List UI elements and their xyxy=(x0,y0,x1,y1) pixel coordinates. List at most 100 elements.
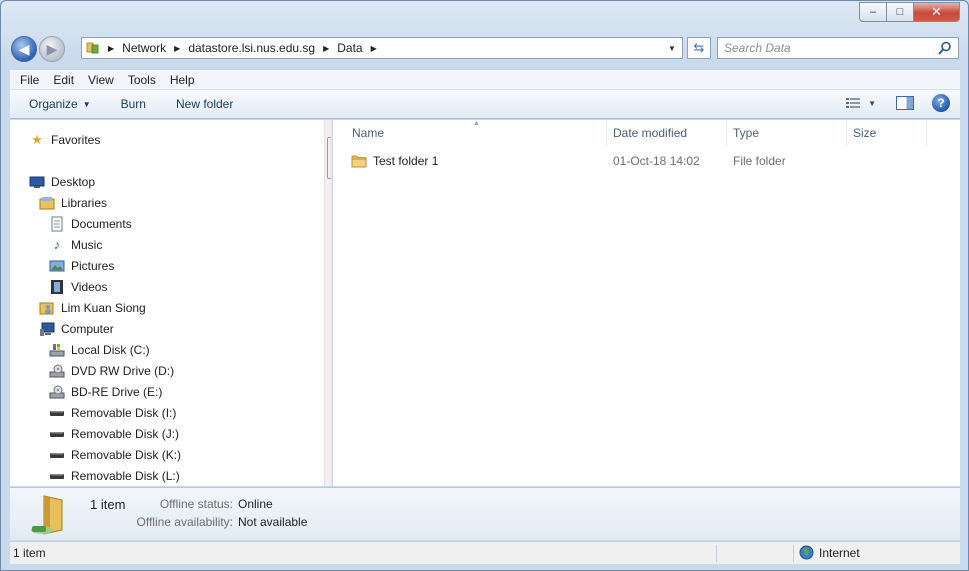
globe-icon xyxy=(799,545,814,560)
removable-disk-icon xyxy=(50,452,64,458)
table-row[interactable]: Test folder 1 01-Oct-18 14:02 File folde… xyxy=(351,150,951,172)
nav-item-label: Removable Disk (K:) xyxy=(71,447,182,462)
offline-status-label: Offline status: xyxy=(159,497,233,511)
network-icon xyxy=(86,42,99,54)
breadcrumb-data[interactable]: Data xyxy=(337,41,362,55)
nav-item-removable-l[interactable]: Removable Disk (L:) xyxy=(49,465,180,486)
command-bar: Organize ▼ Burn New folder ▼ ? xyxy=(10,89,960,119)
menu-bar: File Edit View Tools Help xyxy=(10,69,960,89)
chevron-down-icon: ▼ xyxy=(82,99,91,109)
scrollbar-thumb[interactable] xyxy=(327,137,332,179)
nav-item-bd-drive-e[interactable]: BD-RE Drive (E:) xyxy=(49,381,162,402)
search-box[interactable]: Search Data xyxy=(717,37,959,59)
change-view-button[interactable]: ▼ xyxy=(846,97,876,109)
maximize-button[interactable]: □ xyxy=(886,2,913,22)
nav-item-label: Videos xyxy=(71,279,108,294)
breadcrumb-separator-icon[interactable]: ▶ xyxy=(371,44,377,53)
address-history-dropdown[interactable]: ▼ xyxy=(662,38,682,58)
breadcrumb-separator-icon[interactable]: ▶ xyxy=(174,44,180,53)
offline-availability-row: Offline availability: Not available xyxy=(58,515,308,529)
nav-item-music[interactable]: ♪ Music xyxy=(49,234,103,255)
nav-item-label: Removable Disk (J:) xyxy=(71,426,180,441)
nav-item-label: Computer xyxy=(61,321,114,336)
preview-pane-button[interactable] xyxy=(896,96,914,110)
dvd-drive-icon xyxy=(49,364,65,377)
breadcrumb-separator-icon[interactable]: ▶ xyxy=(108,44,114,53)
nav-item-favorites[interactable]: ★ Favorites xyxy=(29,129,100,150)
computer-icon xyxy=(40,322,55,336)
nav-item-dvd-drive-d[interactable]: DVD RW Drive (D:) xyxy=(49,360,174,381)
view-controls: ▼ ? xyxy=(846,94,950,112)
grip-icon xyxy=(331,154,332,162)
navigation-pane: ★ Favorites Desktop Libraries Documents … xyxy=(10,120,332,486)
scroll-up-icon[interactable]: ▲ xyxy=(325,120,331,136)
close-button[interactable]: ✕ xyxy=(913,2,960,22)
nav-item-desktop[interactable]: Desktop xyxy=(29,171,95,192)
nav-item-label: Removable Disk (L:) xyxy=(71,468,180,483)
menu-tools[interactable]: Tools xyxy=(128,73,156,87)
menu-file[interactable]: File xyxy=(20,73,39,87)
nav-item-user[interactable]: Lim Kuan Siong xyxy=(39,297,146,318)
column-header-type[interactable]: Type xyxy=(727,120,847,146)
menu-view[interactable]: View xyxy=(88,73,114,87)
menu-help[interactable]: Help xyxy=(170,73,195,87)
chevron-down-icon: ▼ xyxy=(668,43,676,53)
chevron-down-icon: ▼ xyxy=(868,98,876,108)
scroll-down-icon[interactable]: ▼ xyxy=(325,470,331,486)
status-divider xyxy=(716,545,717,562)
nav-pane-scrollbar[interactable]: ▲ ▼ xyxy=(324,120,332,486)
documents-icon xyxy=(51,216,63,231)
breadcrumb-server[interactable]: datastore.lsi.nus.edu.sg xyxy=(188,41,315,55)
offline-availability-label: Offline availability: xyxy=(136,515,234,529)
back-button[interactable]: ◀ xyxy=(11,36,37,62)
caption-buttons: ‒ □ ✕ xyxy=(859,2,960,22)
forward-button[interactable]: ▶ xyxy=(39,36,65,62)
nav-item-documents[interactable]: Documents xyxy=(49,213,132,234)
column-header-date[interactable]: Date modified xyxy=(607,120,727,146)
status-item-count: 1 item xyxy=(13,546,46,560)
organize-button[interactable]: Organize ▼ xyxy=(29,97,91,111)
nav-item-removable-j[interactable]: Removable Disk (J:) xyxy=(49,423,179,444)
removable-disk-icon xyxy=(50,431,64,437)
arrow-right-icon: ▶ xyxy=(46,40,58,57)
details-view-icon xyxy=(846,98,861,108)
menu-edit[interactable]: Edit xyxy=(53,73,74,87)
nav-item-videos[interactable]: Videos xyxy=(49,276,107,297)
burn-button[interactable]: Burn xyxy=(121,97,146,111)
removable-disk-icon xyxy=(50,410,64,416)
search-icon[interactable] xyxy=(938,41,952,55)
user-folder-icon xyxy=(39,302,54,314)
nav-item-computer[interactable]: Computer xyxy=(39,318,114,339)
help-button[interactable]: ? xyxy=(932,94,950,112)
nav-item-label: Documents xyxy=(71,216,132,231)
column-header-name[interactable]: ▲ Name xyxy=(333,120,607,146)
arrow-left-icon: ◀ xyxy=(18,40,30,57)
nav-item-removable-i[interactable]: Removable Disk (I:) xyxy=(49,402,176,423)
nav-item-removable-k[interactable]: Removable Disk (K:) xyxy=(49,444,181,465)
security-zone: Internet xyxy=(799,545,860,560)
details-pane: 1 item Offline status: Online Offline av… xyxy=(10,487,960,540)
column-label: Date modified xyxy=(613,126,688,140)
column-label: Size xyxy=(853,126,877,140)
refresh-button[interactable]: ⇆ xyxy=(687,37,711,59)
file-name: Test folder 1 xyxy=(373,154,439,168)
breadcrumb-network[interactable]: Network xyxy=(122,41,166,55)
new-folder-button[interactable]: New folder xyxy=(176,97,233,111)
address-bar[interactable]: ▶ Network ▶ datastore.lsi.nus.edu.sg ▶ D… xyxy=(81,37,683,59)
organize-label: Organize xyxy=(29,97,78,111)
nav-item-libraries[interactable]: Libraries xyxy=(39,192,107,213)
nav-item-pictures[interactable]: Pictures xyxy=(49,255,114,276)
file-name-cell[interactable]: Test folder 1 xyxy=(351,154,438,168)
file-type: File folder xyxy=(733,154,786,168)
removable-disk-icon xyxy=(50,473,64,479)
libraries-icon xyxy=(39,196,55,209)
column-label: Name xyxy=(352,126,385,140)
file-date: 01-Oct-18 14:02 xyxy=(613,154,700,168)
column-header-size[interactable]: Size xyxy=(847,120,927,146)
nav-item-label: Removable Disk (I:) xyxy=(71,405,177,420)
search-input[interactable]: Search Data xyxy=(724,41,938,55)
minimize-button[interactable]: ‒ xyxy=(859,2,886,22)
breadcrumb-separator-icon[interactable]: ▶ xyxy=(323,44,329,53)
nav-item-local-disk-c[interactable]: Local Disk (C:) xyxy=(49,339,150,360)
nav-item-label: Favorites xyxy=(51,132,101,147)
